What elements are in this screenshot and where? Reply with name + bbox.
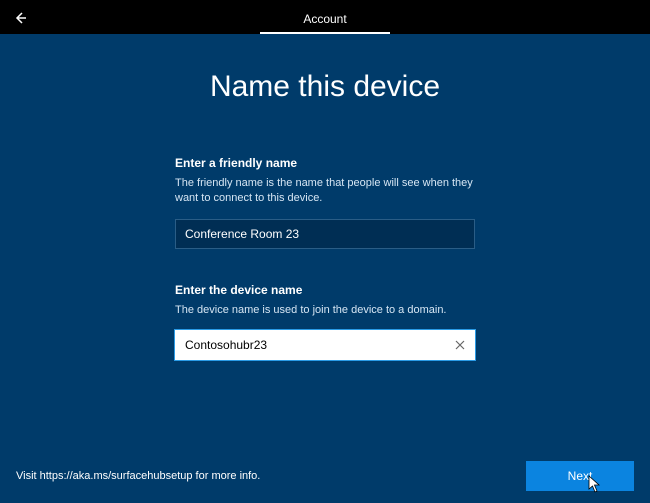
form-area: Enter a friendly name The friendly name …	[175, 156, 475, 360]
close-icon	[454, 339, 466, 351]
clear-device-name-button[interactable]	[452, 337, 468, 353]
back-button[interactable]	[10, 8, 30, 28]
tab-strip: Account	[260, 0, 390, 34]
top-bar: Account	[0, 0, 650, 34]
footer-info-text: Visit https://aka.ms/surfacehubsetup for…	[16, 470, 260, 482]
device-name-input-wrap	[175, 330, 475, 360]
next-button[interactable]: Next	[526, 461, 634, 491]
friendly-name-label: Enter a friendly name	[175, 156, 475, 170]
device-name-label: Enter the device name	[175, 283, 475, 297]
friendly-name-help: The friendly name is the name that peopl…	[175, 176, 475, 207]
tab-account[interactable]: Account	[260, 6, 390, 34]
device-name-input[interactable]	[185, 331, 452, 359]
device-name-help: The device name is used to join the devi…	[175, 303, 475, 318]
page-title: Name this device	[0, 70, 650, 104]
friendly-name-input[interactable]	[175, 219, 475, 249]
arrow-left-icon	[12, 10, 28, 26]
footer: Visit https://aka.ms/surfacehubsetup for…	[0, 461, 650, 491]
